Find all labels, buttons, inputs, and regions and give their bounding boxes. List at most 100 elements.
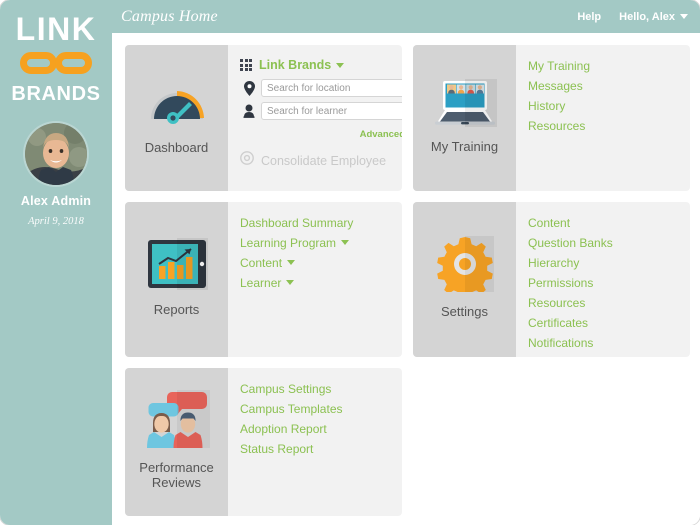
advanced-link[interactable]: Advanced: [360, 129, 402, 140]
link-permissions[interactable]: Permissions: [528, 276, 593, 290]
link-learning-program[interactable]: Learning Program: [240, 236, 336, 250]
list-item: Hierarchy: [528, 255, 680, 271]
list-item: Resources: [528, 295, 680, 311]
settings-body: Content Question Banks Hierarchy Permiss…: [516, 202, 690, 357]
logo-text-brands: BRANDS: [11, 83, 101, 105]
page-title: Campus Home: [121, 7, 218, 25]
link-certificates[interactable]: Certificates: [528, 316, 588, 330]
card-icon-art: [146, 238, 208, 295]
link-content[interactable]: Content: [528, 216, 570, 230]
logo-text-link: LINK: [15, 11, 97, 47]
reports-label: Reports: [153, 302, 200, 317]
consolidate-employee-label: Consolidate Employee: [261, 153, 387, 168]
help-link[interactable]: Help: [577, 11, 601, 23]
reports-body: Dashboard Summary Learning Program Conte…: [228, 202, 402, 357]
grid-apps-icon: [240, 59, 252, 71]
link-campus-templates[interactable]: Campus Templates: [240, 402, 343, 416]
link-hierarchy[interactable]: Hierarchy: [528, 256, 579, 270]
main-content: Dashboard Link Brands Search for locatio…: [112, 33, 700, 525]
link-history[interactable]: History: [528, 99, 565, 113]
link-question-banks[interactable]: Question Banks: [528, 236, 613, 250]
performance-reviews-label: Performance Reviews: [139, 460, 213, 490]
brand-logo[interactable]: LINK BRANDS: [0, 0, 112, 105]
list-item: Learning Program: [240, 235, 392, 251]
link-learner[interactable]: Learner: [240, 276, 281, 290]
chevron-down-icon: [286, 280, 295, 286]
sidebar: LINK BRANDS Alex Admin April 9, 2018: [0, 0, 112, 525]
list-item: Question Banks: [528, 235, 680, 251]
reports-links: Dashboard Summary Learning Program Conte…: [240, 215, 392, 291]
list-item: Adoption Report: [240, 421, 392, 437]
card-reports: Reports Dashboard Summary Learning Progr…: [125, 202, 402, 357]
list-item: My Training: [528, 58, 680, 74]
consolidate-employee-button[interactable]: Consolidate Employee: [240, 151, 402, 170]
performance-reviews-links: Campus Settings Campus Templates Adoptio…: [240, 381, 392, 457]
link-messages[interactable]: Messages: [528, 79, 583, 93]
list-item: Permissions: [528, 275, 680, 291]
brand-selector-label: Link Brands: [259, 58, 332, 72]
user-menu-label: Hello, Alex: [619, 10, 675, 23]
dashboard-label: Dashboard: [144, 139, 209, 155]
performance-reviews-label-line1: Performance: [139, 460, 214, 475]
list-item: Resources: [528, 118, 680, 134]
card-icon-art: [144, 390, 210, 453]
chain-link-icon: [20, 52, 92, 74]
reports-icon-pane[interactable]: Reports: [125, 202, 228, 357]
gear-icon: [436, 236, 494, 300]
card-icon-art: [148, 78, 206, 133]
user-menu[interactable]: Hello, Alex: [619, 11, 688, 23]
list-item: Content: [240, 255, 392, 271]
circle-smiley-icon: [240, 151, 254, 170]
list-item: Campus Settings: [240, 381, 392, 397]
sidebar-user-name: Alex Admin: [20, 194, 92, 208]
card-icon-art: [433, 78, 497, 132]
list-item: Notifications: [528, 335, 680, 351]
two-people-speech-bubbles-icon: [146, 390, 210, 448]
dashboard-icon-pane[interactable]: Dashboard: [125, 45, 228, 191]
list-item: Dashboard Summary: [240, 215, 392, 231]
brand-selector[interactable]: Link Brands: [240, 58, 402, 72]
user-avatar-photo: [25, 123, 87, 185]
link-status-report[interactable]: Status Report: [240, 442, 313, 456]
page-header: Campus Home Help Hello, Alex: [112, 0, 700, 33]
link-campus-settings[interactable]: Campus Settings: [240, 382, 331, 396]
card-grid: Dashboard Link Brands Search for locatio…: [125, 45, 690, 516]
performance-reviews-label-line2: Reviews: [151, 475, 202, 490]
dashboard-body: Link Brands Search for location Search f…: [228, 45, 402, 191]
card-settings: Settings Content Question Banks Hierarch…: [413, 202, 690, 357]
learner-search-row: [240, 102, 402, 120]
link-resources[interactable]: Resources: [528, 119, 585, 133]
search-input-learner[interactable]: [261, 102, 402, 120]
link-resources[interactable]: Resources: [528, 296, 585, 310]
map-pin-icon: [240, 80, 258, 96]
performance-reviews-body: Campus Settings Campus Templates Adoptio…: [228, 368, 402, 516]
list-item: Campus Templates: [240, 401, 392, 417]
speedometer-gauge-icon: [150, 90, 204, 124]
list-item: Messages: [528, 78, 680, 94]
my-training-label: My Training: [430, 138, 499, 154]
settings-label: Settings: [441, 304, 488, 319]
avatar[interactable]: [25, 123, 87, 185]
settings-icon-pane[interactable]: Settings: [413, 202, 516, 357]
card-icon-art: [436, 236, 494, 300]
performance-reviews-icon-pane[interactable]: Performance Reviews: [125, 368, 228, 516]
chevron-down-icon: [336, 62, 345, 68]
sidebar-date: April 9, 2018: [28, 216, 84, 227]
header-actions: Help Hello, Alex: [577, 11, 688, 23]
my-training-links: My Training Messages History Resources: [528, 58, 680, 134]
person-icon: [240, 104, 258, 118]
chevron-down-icon: [341, 240, 350, 246]
link-dashboard-summary[interactable]: Dashboard Summary: [240, 216, 353, 230]
list-item: Status Report: [240, 441, 392, 457]
advanced-search-row: Advanced: [240, 124, 402, 142]
settings-links: Content Question Banks Hierarchy Permiss…: [528, 215, 680, 351]
link-adoption-report[interactable]: Adoption Report: [240, 422, 327, 436]
location-search-row: [240, 79, 402, 97]
my-training-icon-pane[interactable]: My Training: [413, 45, 516, 191]
link-content[interactable]: Content: [240, 256, 282, 270]
link-notifications[interactable]: Notifications: [528, 336, 593, 350]
chevron-down-icon: [680, 14, 688, 20]
link-my-training[interactable]: My Training: [528, 59, 590, 73]
search-input-location[interactable]: [261, 79, 402, 97]
app-window: LINK BRANDS Alex Admin April 9, 2018 Cam…: [0, 0, 700, 525]
